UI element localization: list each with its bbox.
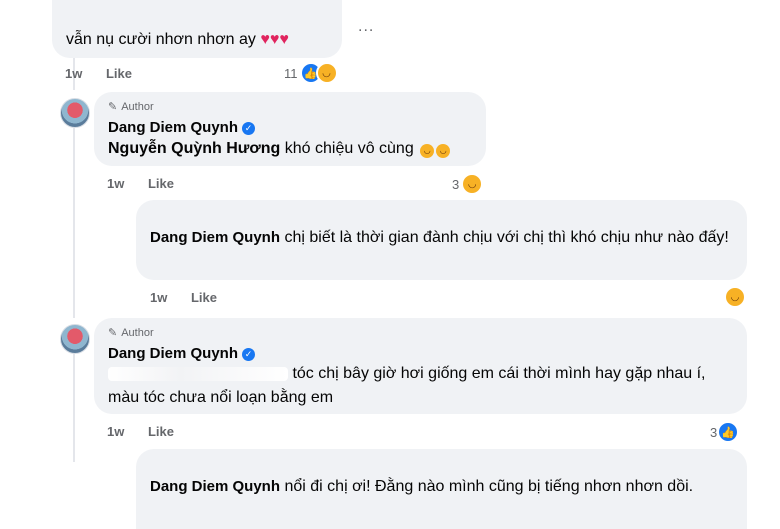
- verified-badge-icon: ✓: [242, 121, 256, 135]
- reply-bubble: ✎ Author Dang Diem Quynh ✓ Nguyễn Quỳnh H…: [94, 92, 486, 166]
- like-button[interactable]: Like: [191, 290, 217, 305]
- reaction-summary[interactable]: 3 ◡: [452, 173, 484, 195]
- author-tag: Author: [121, 326, 154, 339]
- mention-link[interactable]: Nguyễn Quỳnh Hương: [108, 140, 280, 157]
- haha-reaction-icon: ◡: [315, 62, 338, 84]
- commenter-name[interactable]: Dang Diem Quynh: [150, 478, 280, 495]
- like-reaction-icon: 👍: [717, 421, 740, 443]
- pencil-icon: ✎: [108, 101, 118, 113]
- pencil-icon: ✎: [108, 327, 118, 339]
- commenter-name[interactable]: Dang Diem Quynh: [150, 229, 280, 246]
- thread-line: [73, 128, 75, 318]
- comment-time[interactable]: 1w: [107, 424, 124, 439]
- haha-reaction-icon: ◡: [461, 173, 484, 195]
- reaction-summary[interactable]: 11 👍 ◡: [284, 62, 338, 84]
- reply-text: nổi đi chị ơi! Đằng nào mình cũng bị tiế…: [284, 478, 694, 495]
- redacted-mention: [108, 366, 288, 381]
- heart-icon: ♥♥♥: [260, 31, 289, 48]
- avatar[interactable]: [60, 98, 90, 128]
- comment-text: vẫn nụ cười nhơn nhơn ay: [66, 31, 256, 48]
- commenter-name[interactable]: Dang Diem Quynh: [108, 345, 238, 362]
- like-button[interactable]: Like: [148, 176, 174, 191]
- laughing-emoji-icon: ◡ ◡: [418, 140, 451, 158]
- reaction-summary[interactable]: ◡: [722, 286, 746, 308]
- haha-reaction-icon: ◡: [724, 286, 746, 308]
- like-button[interactable]: Like: [106, 66, 132, 81]
- verified-badge-icon: ✓: [242, 347, 256, 361]
- reply-bubble: ✎ Author Dang Diem Quynh ✓ tóc chị bây gi…: [94, 318, 747, 414]
- reaction-count: 3: [710, 424, 718, 440]
- like-button[interactable]: Like: [148, 424, 174, 439]
- comment-time[interactable]: 1w: [107, 176, 124, 191]
- reply-bubble: Dang Diem Quynh chị biết là thời gian đà…: [136, 200, 747, 280]
- thread-line: [73, 352, 75, 462]
- comment-time[interactable]: 1w: [150, 290, 167, 305]
- more-options-icon[interactable]: ...: [358, 18, 374, 36]
- comment-bubble: vẫn nụ cười nhơn nhơn ay ♥♥♥: [52, 0, 342, 58]
- author-tag: Author: [121, 100, 154, 113]
- reply-text: khó chiệu vô cùng: [284, 140, 414, 157]
- reaction-summary[interactable]: 3 👍: [710, 421, 740, 443]
- commenter-name[interactable]: Dang Diem Quynh: [108, 119, 238, 136]
- reaction-count: 3: [452, 176, 460, 192]
- reply-bubble: Dang Diem Quynh nổi đi chị ơi! Đằng nào …: [136, 449, 747, 529]
- reply-text: chị biết là thời gian đành chịu với chị …: [284, 229, 729, 246]
- avatar[interactable]: [60, 324, 90, 354]
- reaction-count: 11: [284, 65, 298, 81]
- comment-time[interactable]: 1w: [65, 66, 82, 81]
